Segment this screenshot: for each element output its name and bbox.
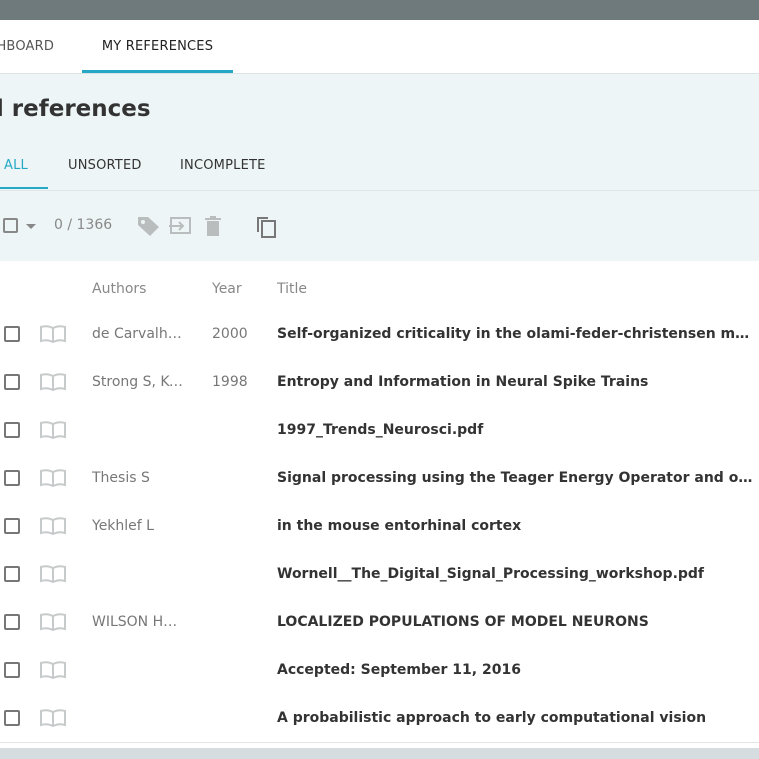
book-icon[interactable] [40, 565, 66, 587]
page-title: ll references [0, 96, 151, 122]
select-all-checkbox[interactable] [3, 218, 18, 233]
row-year: 2000 [212, 326, 248, 342]
main-nav: SHBOARD MY REFERENCES [0, 20, 759, 74]
table-row[interactable]: A probabilistic approach to early comput… [0, 694, 759, 743]
copy-icon[interactable] [254, 215, 278, 243]
table-row[interactable]: Wornell__The_Digital_Signal_Processing_w… [0, 550, 759, 599]
table-row[interactable]: WILSON HU… LOCALIZED POPULATIONS OF MODE… [0, 598, 759, 647]
row-checkbox[interactable] [4, 566, 20, 582]
column-header-title[interactable]: Title [277, 281, 307, 297]
book-icon[interactable] [40, 421, 66, 443]
book-icon[interactable] [40, 325, 66, 347]
row-checkbox[interactable] [4, 518, 20, 534]
row-title: A probabilistic approach to early comput… [277, 710, 707, 726]
row-checkbox[interactable] [4, 470, 20, 486]
references-header: ll references ALL UNSORTED INCOMPLETE [0, 74, 759, 191]
table-row[interactable]: de Carvalho … 2000 Self-organized critic… [0, 310, 759, 359]
subtab-incomplete[interactable]: INCOMPLETE [180, 158, 266, 173]
subtab-all[interactable]: ALL [4, 158, 28, 173]
row-title: Accepted: September 11, 2016 [277, 662, 521, 678]
row-title: Wornell__The_Digital_Signal_Processing_w… [277, 566, 705, 582]
tab-my-references[interactable]: MY REFERENCES [82, 20, 233, 73]
chevron-down-icon[interactable] [26, 224, 36, 229]
bulk-actions-toolbar: 0 / 1366 [0, 191, 759, 261]
book-icon[interactable] [40, 613, 66, 635]
active-subtab-indicator [0, 187, 48, 189]
table-row[interactable]: Accepted: September 11, 2016 [0, 646, 759, 695]
row-authors: Thesis S [92, 470, 150, 486]
tag-icon[interactable] [137, 215, 161, 241]
row-checkbox[interactable] [4, 374, 20, 390]
row-authors: Strong S, Ko… [92, 374, 187, 390]
row-title: in the mouse entorhinal cortex [277, 518, 522, 534]
row-title: Signal processing using the Teager Energ… [277, 470, 755, 486]
row-title: Entropy and Information in Neural Spike … [277, 374, 649, 390]
book-icon[interactable] [40, 373, 66, 395]
book-icon[interactable] [40, 709, 66, 731]
app-top-bar [0, 0, 759, 20]
selection-count: 0 / 1366 [54, 217, 113, 233]
horizontal-scrollbar[interactable] [0, 748, 759, 759]
table-row[interactable]: 1997_Trends_Neurosci.pdf [0, 406, 759, 455]
table-row[interactable]: Thesis S Signal processing using the Tea… [0, 454, 759, 503]
active-tab-indicator [82, 70, 233, 73]
book-icon[interactable] [40, 469, 66, 491]
row-checkbox[interactable] [4, 614, 20, 630]
row-year: 1998 [212, 374, 248, 390]
row-checkbox[interactable] [4, 422, 20, 438]
book-icon[interactable] [40, 517, 66, 539]
row-title: 1997_Trends_Neurosci.pdf [277, 422, 484, 438]
column-header-authors[interactable]: Authors [92, 281, 146, 297]
trash-icon[interactable] [204, 215, 222, 241]
column-header-year[interactable]: Year [212, 281, 242, 297]
subtab-unsorted[interactable]: UNSORTED [68, 158, 142, 173]
book-icon[interactable] [40, 661, 66, 683]
row-checkbox[interactable] [4, 662, 20, 678]
row-checkbox[interactable] [4, 710, 20, 726]
row-checkbox[interactable] [4, 326, 20, 342]
row-title: LOCALIZED POPULATIONS OF MODEL NEURONS [277, 614, 649, 630]
row-authors: WILSON HU… [92, 614, 187, 630]
tab-my-references-label: MY REFERENCES [101, 39, 214, 54]
row-authors: de Carvalho … [92, 326, 187, 342]
tab-dashboard[interactable]: SHBOARD [0, 20, 54, 73]
row-authors: Yekhlef L [92, 518, 154, 534]
row-title: Self-organized criticality in the olami-… [277, 326, 755, 342]
table-row[interactable]: Strong S, Ko… 1998 Entropy and Informati… [0, 358, 759, 407]
table-row[interactable]: Yekhlef L in the mouse entorhinal cortex [0, 502, 759, 551]
move-to-folder-icon[interactable] [168, 215, 194, 241]
